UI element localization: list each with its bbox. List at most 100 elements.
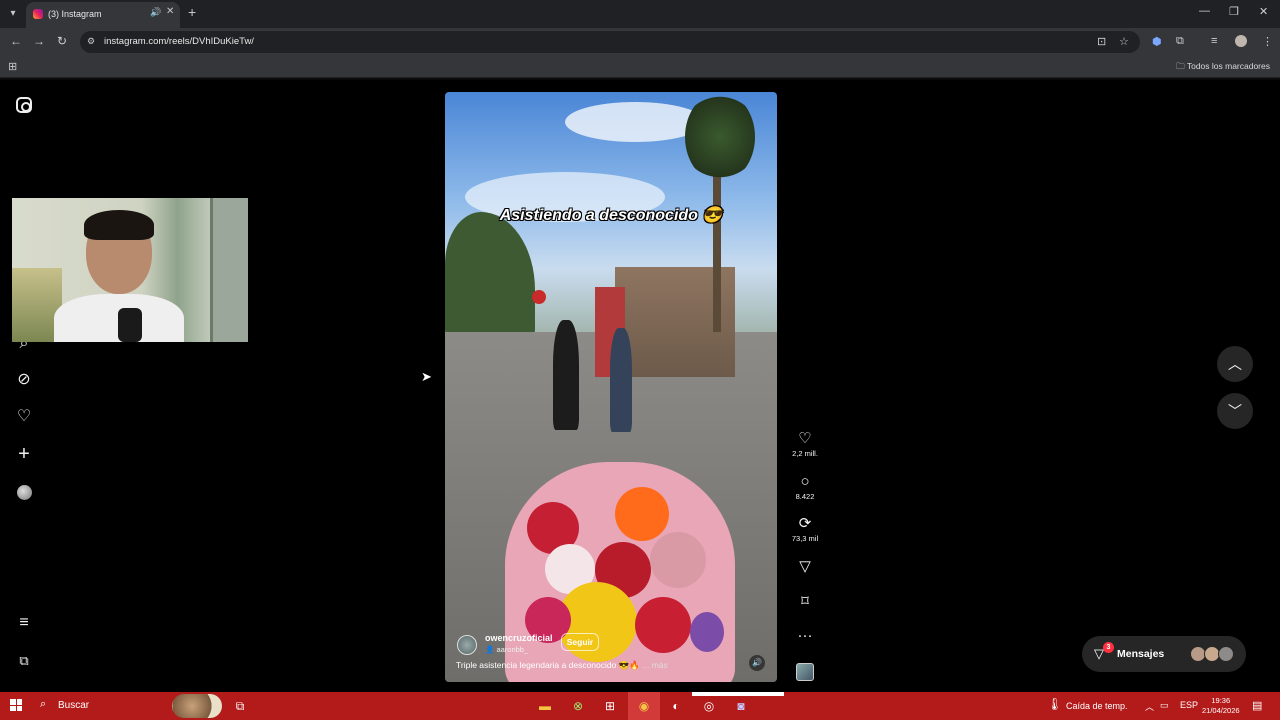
plus-icon[interactable]: + <box>15 444 33 464</box>
site-info-icon[interactable]: ⚙ <box>87 36 95 47</box>
tab-instagram[interactable]: (3) Instagram 🔊 ✕ <box>26 2 180 28</box>
more-horizontal-icon[interactable]: ··· <box>789 628 821 644</box>
extension-badge-icon[interactable]: ⬢ <box>1152 35 1162 48</box>
save-action[interactable]: ⌑ <box>789 594 821 610</box>
clock-date: 21/04/2026 <box>1202 706 1240 715</box>
all-bookmarks-folder[interactable]: 🗀 Todos los marcadores <box>1176 61 1270 75</box>
red-rose <box>635 597 691 653</box>
next-reel-button[interactable]: ﹀ <box>1217 393 1253 429</box>
clock[interactable]: 19:36 21/04/2026 <box>1202 696 1240 716</box>
url-text: instagram.com/reels/DVhIDuKieTw/ <box>104 36 254 47</box>
webcam-hair <box>84 210 154 240</box>
tab-strip: ▾ (3) Instagram 🔊 ✕ + — ❐ ✕ <box>0 0 1280 28</box>
thermometer-icon: 🌡 <box>1047 697 1063 711</box>
speaker-icon[interactable]: 🔊 <box>150 7 161 18</box>
repost-action[interactable]: ⟳ 73,3 mil <box>789 516 821 544</box>
bookmark-star-icon[interactable]: ☆ <box>1119 35 1129 48</box>
reload-icon[interactable]: ↻ <box>57 34 67 48</box>
bookmarks-bar: ⊞ 🗀 Todos los marcadores <box>0 56 1280 78</box>
forward-icon[interactable]: → <box>33 34 45 48</box>
more-options-action[interactable]: ··· <box>789 628 821 644</box>
trees <box>445 212 535 342</box>
search-highlight-image <box>172 694 222 718</box>
obs-icon[interactable]: ◎ <box>700 697 718 715</box>
language-indicator[interactable]: ESP <box>1180 700 1198 710</box>
tab-close-icon[interactable]: ✕ <box>166 6 174 17</box>
follow-button[interactable]: Seguir <box>561 633 599 651</box>
bookmarks-folder-label: Todos los marcadores <box>1186 61 1270 71</box>
discord-icon[interactable]: ◙ <box>732 697 750 715</box>
tray-chevron-icon[interactable]: ︿ <box>1145 700 1154 713</box>
windows-start-icon[interactable] <box>10 699 22 711</box>
previous-reel-button[interactable]: ︿ <box>1217 346 1253 382</box>
purple-flowers <box>690 612 724 652</box>
author-avatar[interactable] <box>457 635 477 655</box>
meta-icon[interactable]: ⧉ <box>15 652 33 670</box>
audio-thumbnail[interactable] <box>796 663 814 681</box>
comment-action[interactable]: ○ 8.422 <box>789 474 821 502</box>
minimize-icon[interactable]: — <box>1199 5 1210 17</box>
reel-video[interactable]: Asistiendo a desconocido 😎 owencruzofici… <box>445 92 777 682</box>
webcam-background-panel <box>210 198 248 342</box>
chevron-down-icon: ﹀ <box>1228 403 1242 419</box>
speaker-icon[interactable]: 🔊 <box>749 655 765 671</box>
tab-title: (3) Instagram <box>48 9 102 19</box>
instagram-favicon-icon <box>33 9 43 19</box>
like-count: 2,2 mill. <box>792 449 818 458</box>
messages-button[interactable]: ▽ 3 Mensajes <box>1082 636 1246 672</box>
collaborator-username: aaronbb_ <box>496 645 529 654</box>
close-window-icon[interactable]: ✕ <box>1259 5 1268 18</box>
chrome-icon[interactable]: ◉ <box>635 697 653 715</box>
steam-icon[interactable]: ◐ <box>667 697 685 715</box>
taskbar-search-label[interactable]: Buscar <box>58 700 89 711</box>
hamburger-icon[interactable]: ≡ <box>15 614 33 632</box>
new-tab-button[interactable]: + <box>188 4 196 20</box>
compass-icon[interactable]: ⊘ <box>15 371 33 389</box>
install-app-icon[interactable]: ⊡ <box>1097 35 1106 48</box>
pink-rose <box>650 532 706 588</box>
profile-avatar[interactable] <box>1235 35 1247 47</box>
media-controls-icon[interactable]: ≡ <box>1211 35 1217 47</box>
sidebar-profile-avatar[interactable] <box>17 485 32 500</box>
webcam-overlay <box>12 198 248 342</box>
mouse-cursor-icon: ➤ <box>421 369 432 384</box>
author-username[interactable]: owencruzoficial <box>485 633 553 643</box>
address-bar[interactable]: ⚙ instagram.com/reels/DVhIDuKieTw/ <box>80 31 1140 53</box>
walker-woman <box>610 328 632 432</box>
more-link[interactable]: ... más <box>642 660 668 670</box>
browser-menu-icon[interactable]: ⋮ <box>1262 35 1273 48</box>
repost-icon[interactable]: ⟳ <box>789 516 821 532</box>
heart-icon[interactable]: ♡ <box>789 431 821 447</box>
windows-taskbar: ⌕ Buscar ⧉ ▬ ⊗ ⊞ ◉ ◐ ◎ ◙ 🌡 Caída de temp… <box>0 692 1280 720</box>
tab-search-icon[interactable]: ▾ <box>4 5 22 23</box>
orange-gerbera <box>615 487 669 541</box>
like-action[interactable]: ♡ 2,2 mill. <box>789 431 821 459</box>
bookmark-icon[interactable]: ⌑ <box>789 594 821 610</box>
task-view-icon[interactable]: ⧉ <box>231 697 249 715</box>
clock-time: 19:36 <box>1211 696 1231 705</box>
apps-grid-icon[interactable]: ⊞ <box>8 60 17 73</box>
description-text: Triple asistencia legendaria a desconoci… <box>456 660 640 670</box>
weather-label[interactable]: Caída de temp. <box>1066 701 1128 711</box>
xbox-icon[interactable]: ⊗ <box>569 697 587 715</box>
extensions-puzzle-icon[interactable]: ⧉ <box>1176 35 1184 48</box>
share-action[interactable]: ▽ <box>789 559 821 575</box>
network-icon[interactable]: ▭ <box>1160 700 1169 711</box>
notifications-icon[interactable]: ▤ <box>1252 699 1262 712</box>
collaborator-label[interactable]: 👤 aaronbb_ <box>485 645 528 654</box>
send-icon[interactable]: ▽ <box>789 559 821 575</box>
restore-icon[interactable]: ❐ <box>1229 5 1239 18</box>
back-icon[interactable]: ← <box>10 34 22 48</box>
reel-description[interactable]: Triple asistencia legendaria a desconoci… <box>456 660 668 671</box>
heart-icon[interactable]: ♡ <box>15 408 33 426</box>
cloud <box>565 102 705 142</box>
file-explorer-icon[interactable]: ▬ <box>536 697 554 715</box>
comment-icon[interactable]: ○ <box>789 474 821 490</box>
microsoft-store-icon[interactable]: ⊞ <box>601 697 619 715</box>
stop-sign <box>532 290 546 304</box>
instagram-icon[interactable] <box>16 97 32 113</box>
reel-overlay-text: Asistiendo a desconocido 😎 <box>499 207 723 224</box>
webcam-microphone <box>118 308 142 342</box>
search-icon[interactable]: ⌕ <box>40 698 46 711</box>
walker-man <box>553 320 579 430</box>
